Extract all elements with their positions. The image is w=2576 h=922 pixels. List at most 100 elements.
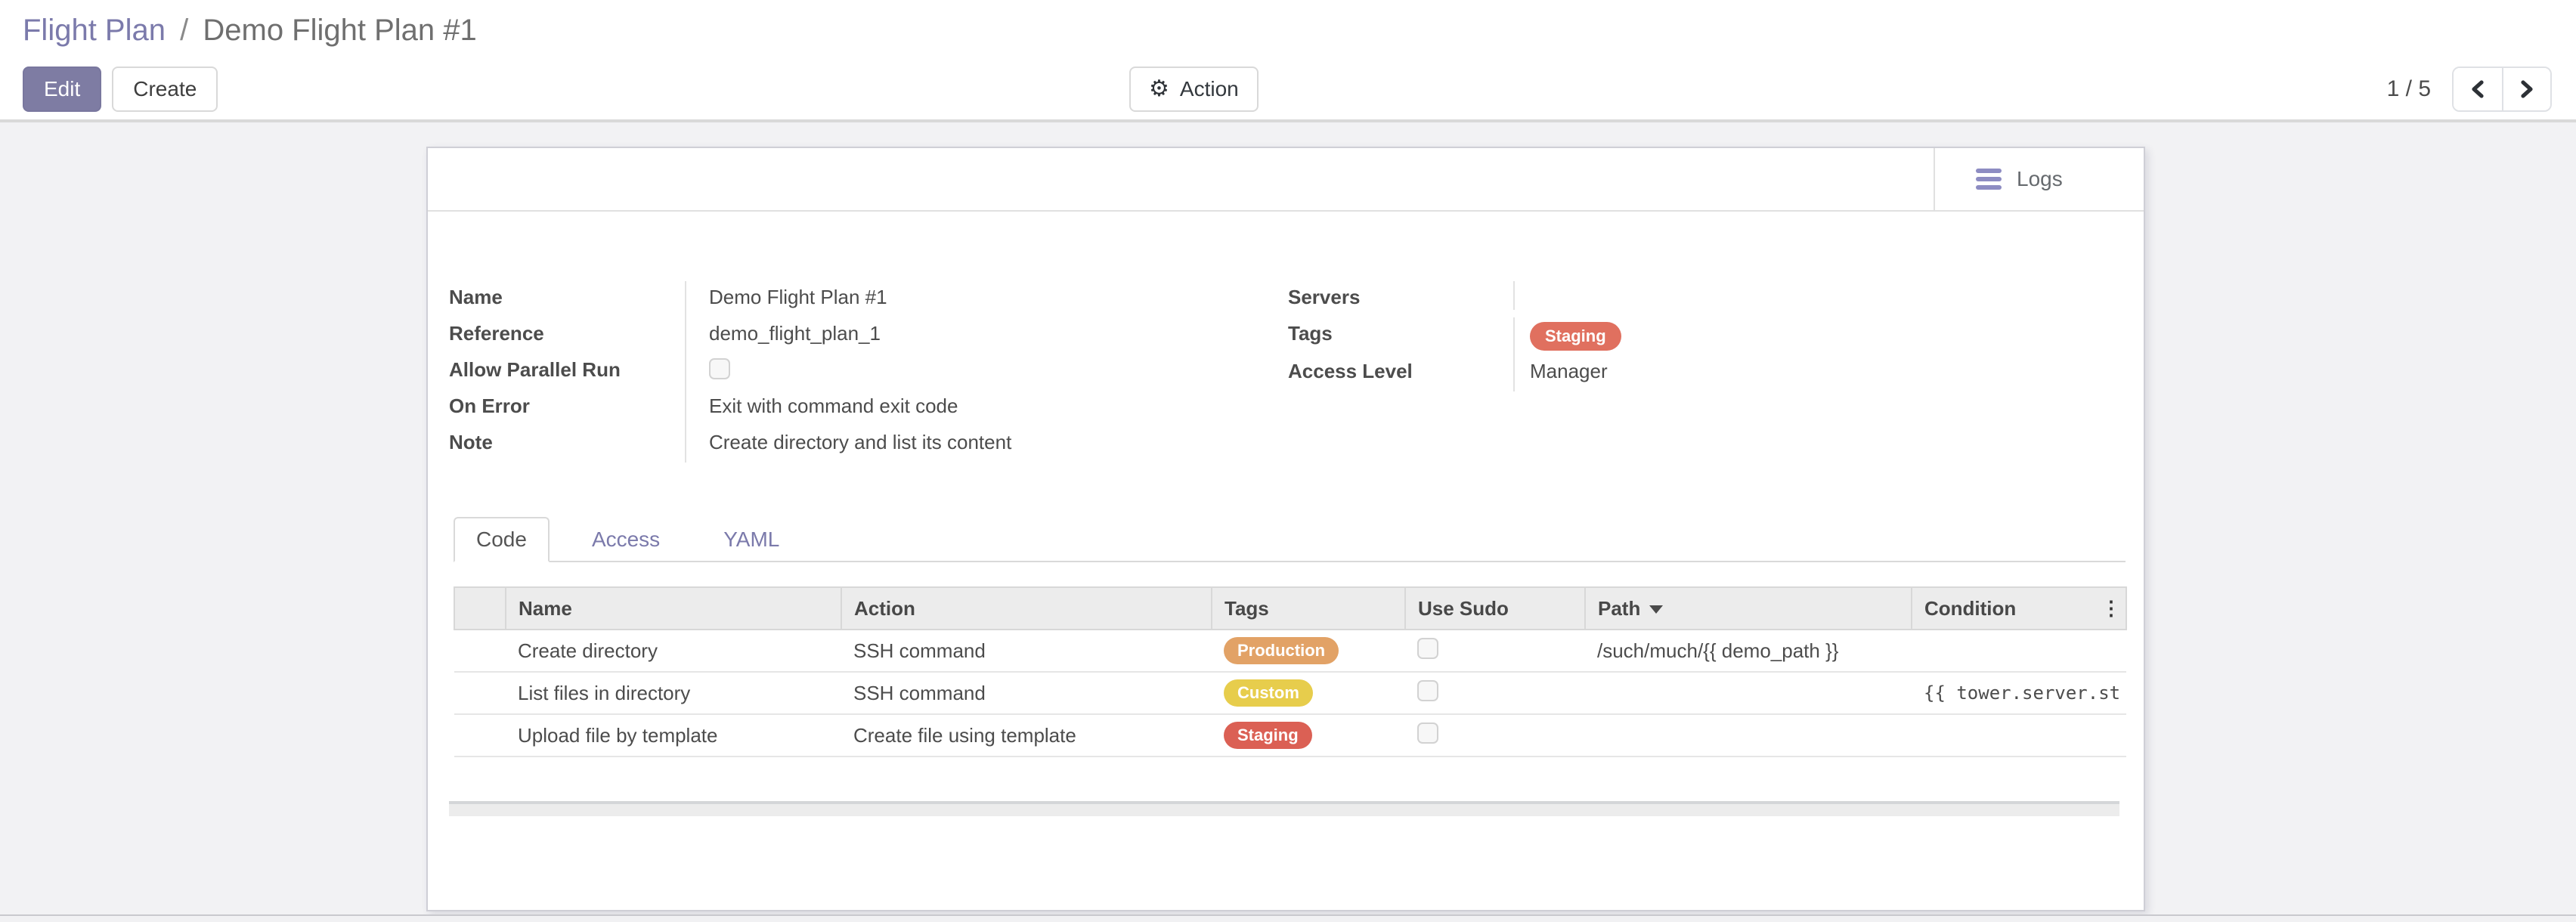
row-name-cell: Create directory — [506, 630, 841, 672]
row-condition-cell: {{ tower.server.st — [1912, 672, 2126, 714]
use-sudo-checkbox[interactable] — [1417, 638, 1438, 659]
chevron-left-icon — [2469, 79, 2487, 100]
tab-code[interactable]: Code — [454, 517, 550, 562]
row-use-sudo-cell — [1405, 672, 1585, 714]
pager-prev-button[interactable] — [2454, 68, 2502, 110]
row-condition-cell — [1912, 714, 2126, 756]
row-tags-cell: Production — [1212, 630, 1405, 672]
tag-badge-production: Production — [1224, 637, 1339, 664]
field-value-tags: Staging — [1513, 317, 1923, 355]
use-sudo-checkbox[interactable] — [1417, 722, 1438, 744]
page: Flight Plan / Demo Flight Plan #1 Edit C… — [0, 0, 2576, 922]
breadcrumb-current: Demo Flight Plan #1 — [203, 14, 476, 47]
field-value-servers — [1513, 281, 1923, 310]
tab-bar: Code Access YAML — [454, 517, 2126, 562]
row-handle-cell — [454, 714, 506, 756]
table-header-row: Name Action Tags Use Sudo Path Condition… — [454, 587, 2126, 630]
row-name-cell: List files in directory — [506, 672, 841, 714]
gear-icon: ⚙ — [1149, 78, 1169, 101]
row-path-cell: /such/much/{{ demo_path }} — [1585, 630, 1912, 672]
table-row[interactable]: List files in directory SSH command Cust… — [454, 672, 2126, 714]
table-row[interactable]: Create directory SSH command Production … — [454, 630, 2126, 672]
optional-columns-icon[interactable]: ⋮ — [2101, 597, 2121, 620]
field-label-servers: Servers — [1288, 281, 1513, 309]
header-separator — [1934, 148, 1935, 210]
field-row-servers: Servers — [1288, 281, 1923, 317]
field-value-reference: demo_flight_plan_1 — [685, 317, 1265, 354]
allow-parallel-run-checkbox[interactable] — [709, 358, 730, 379]
top-bar: Flight Plan / Demo Flight Plan #1 Edit C… — [0, 0, 2576, 122]
column-header-condition[interactable]: Condition⋮ — [1912, 587, 2126, 630]
pager-next-button[interactable] — [2502, 68, 2550, 110]
row-use-sudo-cell — [1405, 630, 1585, 672]
row-tags-cell: Staging — [1212, 714, 1405, 756]
field-row-reference: Reference demo_flight_plan_1 — [449, 317, 1265, 354]
column-header-use-sudo[interactable]: Use Sudo — [1405, 587, 1585, 630]
breadcrumb-parent-link[interactable]: Flight Plan — [23, 14, 166, 47]
field-label-access-level: Access Level — [1288, 355, 1513, 383]
tag-badge-staging[interactable]: Staging — [1530, 322, 1621, 351]
field-group-left: Name Demo Flight Plan #1 Reference demo_… — [449, 281, 1265, 463]
field-row-name: Name Demo Flight Plan #1 — [449, 281, 1265, 317]
field-value-on-error: Exit with command exit code — [685, 390, 1265, 426]
field-value-note: Create directory and list its content — [685, 426, 1265, 463]
commands-table: Name Action Tags Use Sudo Path Condition… — [454, 586, 2127, 757]
field-groups: Name Demo Flight Plan #1 Reference demo_… — [428, 281, 2144, 472]
field-label-name: Name — [449, 281, 685, 309]
tab-access[interactable]: Access — [571, 518, 681, 561]
toolbar-buttons: Edit Create — [23, 67, 218, 112]
logs-button-label: Logs — [2017, 167, 2063, 191]
field-value-allow-parallel-run — [685, 354, 1265, 390]
row-handle-cell — [454, 630, 506, 672]
row-name-cell: Upload file by template — [506, 714, 841, 756]
table-row[interactable]: Upload file by template Create file usin… — [454, 714, 2126, 756]
use-sudo-checkbox[interactable] — [1417, 680, 1438, 701]
column-header-tags[interactable]: Tags — [1212, 587, 1405, 630]
row-action-cell: SSH command — [841, 672, 1212, 714]
field-label-tags: Tags — [1288, 317, 1513, 345]
content-area: Logs Name Demo Flight Plan #1 Reference … — [0, 122, 2576, 913]
field-row-tags: Tags Staging — [1288, 317, 1923, 355]
sort-desc-icon — [1649, 605, 1663, 614]
pager: 1 / 5 — [2387, 67, 2552, 112]
row-action-cell: Create file using template — [841, 714, 1212, 756]
row-path-cell — [1585, 714, 1912, 756]
breadcrumb: Flight Plan / Demo Flight Plan #1 — [23, 14, 477, 48]
tab-yaml[interactable]: YAML — [702, 518, 800, 561]
row-condition-cell — [1912, 630, 2126, 672]
row-handle-cell — [454, 672, 506, 714]
breadcrumb-separator: / — [174, 14, 194, 47]
row-tags-cell: Custom — [1212, 672, 1405, 714]
row-action-cell: SSH command — [841, 630, 1212, 672]
hamburger-icon — [1976, 169, 2002, 190]
create-button[interactable]: Create — [112, 67, 218, 112]
column-header-action[interactable]: Action — [841, 587, 1212, 630]
field-row-on-error: On Error Exit with command exit code — [449, 390, 1265, 426]
pager-count: 1 / 5 — [2387, 76, 2431, 102]
field-row-access-level: Access Level Manager — [1288, 355, 1923, 391]
tag-badge-custom: Custom — [1224, 679, 1313, 707]
field-group-right: Servers Tags Staging Access Level Manage… — [1288, 281, 1923, 391]
field-value-access-level: Manager — [1513, 355, 1923, 391]
row-path-cell — [1585, 672, 1912, 714]
field-label-on-error: On Error — [449, 390, 685, 418]
column-header-handle — [454, 587, 506, 630]
logs-button[interactable]: Logs — [1961, 148, 2078, 210]
field-row-allow-parallel-run: Allow Parallel Run — [449, 354, 1265, 390]
action-button[interactable]: ⚙ Action — [1129, 67, 1259, 112]
row-use-sudo-cell — [1405, 714, 1585, 756]
horizontal-scrollbar[interactable] — [449, 801, 2119, 816]
record-card: Logs Name Demo Flight Plan #1 Reference … — [426, 147, 2145, 911]
field-label-note: Note — [449, 426, 685, 454]
field-value-name: Demo Flight Plan #1 — [685, 281, 1265, 317]
field-label-reference: Reference — [449, 317, 685, 345]
pager-button-group — [2452, 67, 2552, 112]
bottom-edge-strip — [0, 914, 2576, 922]
tag-badge-staging-row: Staging — [1224, 722, 1312, 749]
column-header-path[interactable]: Path — [1585, 587, 1912, 630]
action-button-label: Action — [1180, 77, 1239, 101]
field-label-allow-parallel-run: Allow Parallel Run — [449, 354, 685, 382]
column-header-name[interactable]: Name — [506, 587, 841, 630]
edit-button[interactable]: Edit — [23, 67, 101, 112]
field-row-note: Note Create directory and list its conte… — [449, 426, 1265, 463]
